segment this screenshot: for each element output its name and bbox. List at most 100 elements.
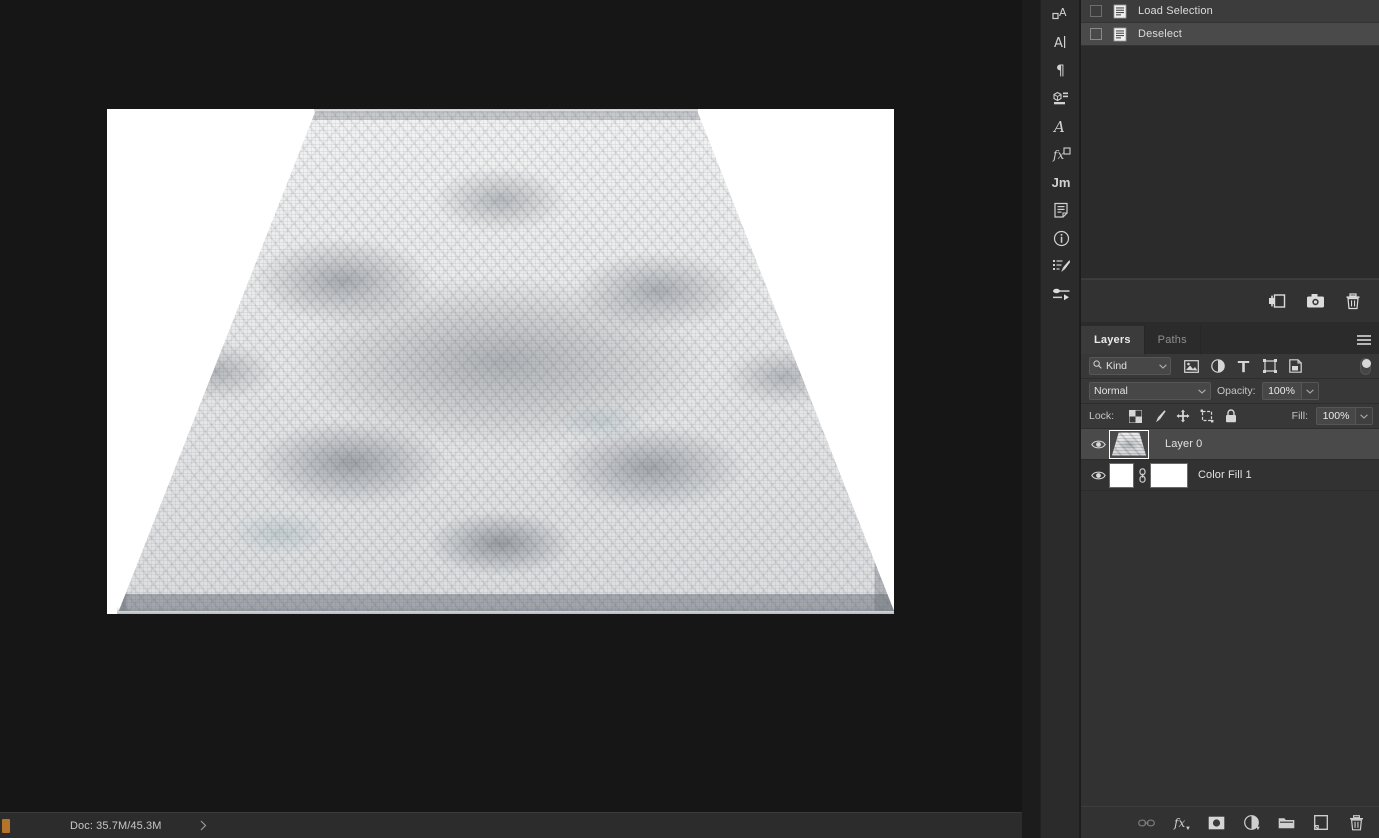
blend-mode-select[interactable]: Normal bbox=[1089, 382, 1211, 400]
layers-panel: Layers Paths Kind Normal Opacity: 100% L… bbox=[1081, 326, 1379, 838]
tab-paths[interactable]: Paths bbox=[1145, 326, 1201, 354]
actions-panel: Load Selection Deselect bbox=[1081, 0, 1379, 326]
photoshop-window: Doc: 35.7M/45.3M A A ¶ A fx Jm Load Sele… bbox=[0, 0, 1379, 838]
link-mask-icon[interactable] bbox=[1134, 467, 1150, 483]
panel-tabbar: Layers Paths bbox=[1081, 326, 1379, 354]
shape-layer-filter-icon[interactable] bbox=[1262, 359, 1277, 374]
add-layer-style-button[interactable]: fx ▼ bbox=[1172, 814, 1192, 832]
eye-icon[interactable] bbox=[1087, 439, 1109, 450]
action-row-load-selection[interactable]: Load Selection bbox=[1081, 0, 1379, 23]
eye-icon[interactable] bbox=[1087, 470, 1109, 481]
fill-value[interactable]: 100% bbox=[1316, 407, 1356, 425]
layer-name[interactable]: Layer 0 bbox=[1165, 438, 1202, 450]
canvas-area[interactable] bbox=[0, 0, 1022, 812]
svg-text:fx: fx bbox=[1173, 816, 1185, 830]
layer-row-layer-0[interactable]: Layer 0 bbox=[1081, 429, 1379, 460]
new-layer-button[interactable] bbox=[1312, 814, 1330, 832]
add-layer-mask-button[interactable] bbox=[1207, 814, 1225, 832]
chevron-right-icon[interactable] bbox=[195, 818, 211, 834]
record-button[interactable] bbox=[1305, 291, 1325, 311]
delete-action-button[interactable] bbox=[1343, 291, 1363, 311]
notes-panel-icon[interactable] bbox=[1041, 196, 1081, 224]
brush-settings-icon[interactable] bbox=[1041, 252, 1081, 280]
rug-fringe-bottom bbox=[117, 607, 894, 614]
action-checkbox[interactable] bbox=[1090, 28, 1102, 40]
document-canvas[interactable] bbox=[107, 109, 894, 614]
layer-filter-row: Kind bbox=[1081, 354, 1379, 379]
rug-texture bbox=[118, 111, 894, 611]
paragraph-panel-icon[interactable]: ¶ bbox=[1041, 56, 1081, 84]
svg-text:A: A bbox=[1052, 118, 1065, 135]
blend-mode-value: Normal bbox=[1094, 385, 1128, 397]
svg-text:A: A bbox=[1059, 6, 1067, 19]
tab-layers[interactable]: Layers bbox=[1081, 326, 1145, 354]
styles-panel-icon[interactable]: fx bbox=[1041, 140, 1081, 168]
filter-enable-toggle[interactable] bbox=[1360, 357, 1371, 375]
lock-all-icon[interactable] bbox=[1224, 409, 1238, 423]
glyphs-panel-icon[interactable]: A bbox=[1041, 112, 1081, 140]
lock-artboard-nesting-icon[interactable] bbox=[1200, 409, 1214, 423]
delete-layer-button[interactable] bbox=[1347, 814, 1365, 832]
smart-object-filter-icon[interactable] bbox=[1288, 359, 1303, 374]
type-tool-icon[interactable]: A bbox=[1041, 28, 1081, 56]
opacity-label: Opacity: bbox=[1217, 385, 1256, 397]
action-checkbox[interactable] bbox=[1090, 5, 1102, 17]
measurement-log-icon[interactable]: Jm bbox=[1041, 168, 1081, 196]
type-layer-filter-icon[interactable] bbox=[1236, 359, 1251, 374]
svg-text:fx: fx bbox=[1052, 148, 1064, 162]
actions-list-body[interactable] bbox=[1081, 47, 1379, 279]
opacity-value[interactable]: 100% bbox=[1261, 382, 1302, 400]
action-label: Deselect bbox=[1138, 28, 1182, 40]
3d-panel-icon[interactable] bbox=[1041, 84, 1081, 112]
info-panel-icon[interactable] bbox=[1041, 224, 1081, 252]
blend-mode-row: Normal Opacity: 100% bbox=[1081, 379, 1379, 404]
chevron-down-icon bbox=[1159, 360, 1167, 372]
caret-down-icon: ▼ bbox=[1185, 825, 1191, 832]
layer-thumbnail bbox=[1112, 432, 1146, 456]
chevron-down-icon bbox=[1198, 385, 1206, 397]
pixel-layer-filter-icon[interactable] bbox=[1184, 359, 1199, 374]
thumb-corner-icon bbox=[1109, 429, 1116, 437]
status-accent-indicator bbox=[2, 818, 10, 833]
fill-stepper-chevron-icon[interactable] bbox=[1356, 407, 1373, 425]
action-row-deselect[interactable]: Deselect bbox=[1081, 23, 1379, 46]
layer-name[interactable]: Color Fill 1 bbox=[1198, 469, 1252, 481]
new-adjustment-layer-button[interactable]: ▼ bbox=[1242, 814, 1261, 832]
lock-transparent-pixels-icon[interactable] bbox=[1128, 409, 1142, 423]
thumb-corner-icon bbox=[1142, 451, 1149, 459]
lock-row: Lock: Fill: 100% bbox=[1081, 404, 1379, 429]
svg-text:¶: ¶ bbox=[1056, 63, 1065, 78]
rug-fringe-top bbox=[313, 109, 699, 113]
lock-label: Lock: bbox=[1089, 410, 1115, 422]
rug-image bbox=[107, 109, 894, 614]
character-panel-icon[interactable]: A bbox=[1041, 0, 1081, 28]
lock-image-pixels-icon[interactable] bbox=[1152, 409, 1166, 423]
filter-kind-select[interactable]: Kind bbox=[1089, 357, 1171, 375]
action-document-icon bbox=[1113, 4, 1127, 19]
search-icon bbox=[1093, 360, 1102, 372]
layer-type-filter-icons bbox=[1184, 359, 1303, 374]
lock-position-icon[interactable] bbox=[1176, 409, 1190, 423]
layers-footer-toolbar: fx ▼ ▼ bbox=[1081, 806, 1379, 838]
link-layers-button[interactable] bbox=[1137, 814, 1155, 832]
panel-icon-rail[interactable]: A A ¶ A fx Jm bbox=[1040, 0, 1080, 838]
right-dock: Load Selection Deselect Layers Paths Kin… bbox=[1081, 0, 1379, 838]
layer-row-color-fill-1[interactable]: Color Fill 1 bbox=[1081, 460, 1379, 491]
action-label: Load Selection bbox=[1138, 5, 1213, 17]
new-action-button[interactable] bbox=[1267, 291, 1287, 311]
layer-thumbnail-wrapper[interactable] bbox=[1109, 429, 1149, 459]
panel-menu-icon[interactable] bbox=[1357, 326, 1371, 354]
action-document-icon bbox=[1113, 27, 1127, 42]
thumb-corner-icon bbox=[1109, 451, 1116, 459]
layer-mask-thumbnail[interactable] bbox=[1150, 462, 1188, 488]
svg-text:A: A bbox=[1054, 36, 1063, 51]
opacity-stepper-chevron-icon[interactable] bbox=[1301, 382, 1319, 400]
solid-color-swatch[interactable] bbox=[1109, 462, 1134, 488]
actions-footer-toolbar bbox=[1081, 279, 1379, 322]
document-size-status: Doc: 35.7M/45.3M bbox=[70, 819, 162, 832]
tool-presets-icon[interactable] bbox=[1041, 280, 1081, 308]
lock-icon-group bbox=[1128, 409, 1238, 423]
new-group-button[interactable] bbox=[1277, 814, 1295, 832]
adjustment-layer-filter-icon[interactable] bbox=[1210, 359, 1225, 374]
thumb-corner-icon bbox=[1142, 429, 1149, 437]
